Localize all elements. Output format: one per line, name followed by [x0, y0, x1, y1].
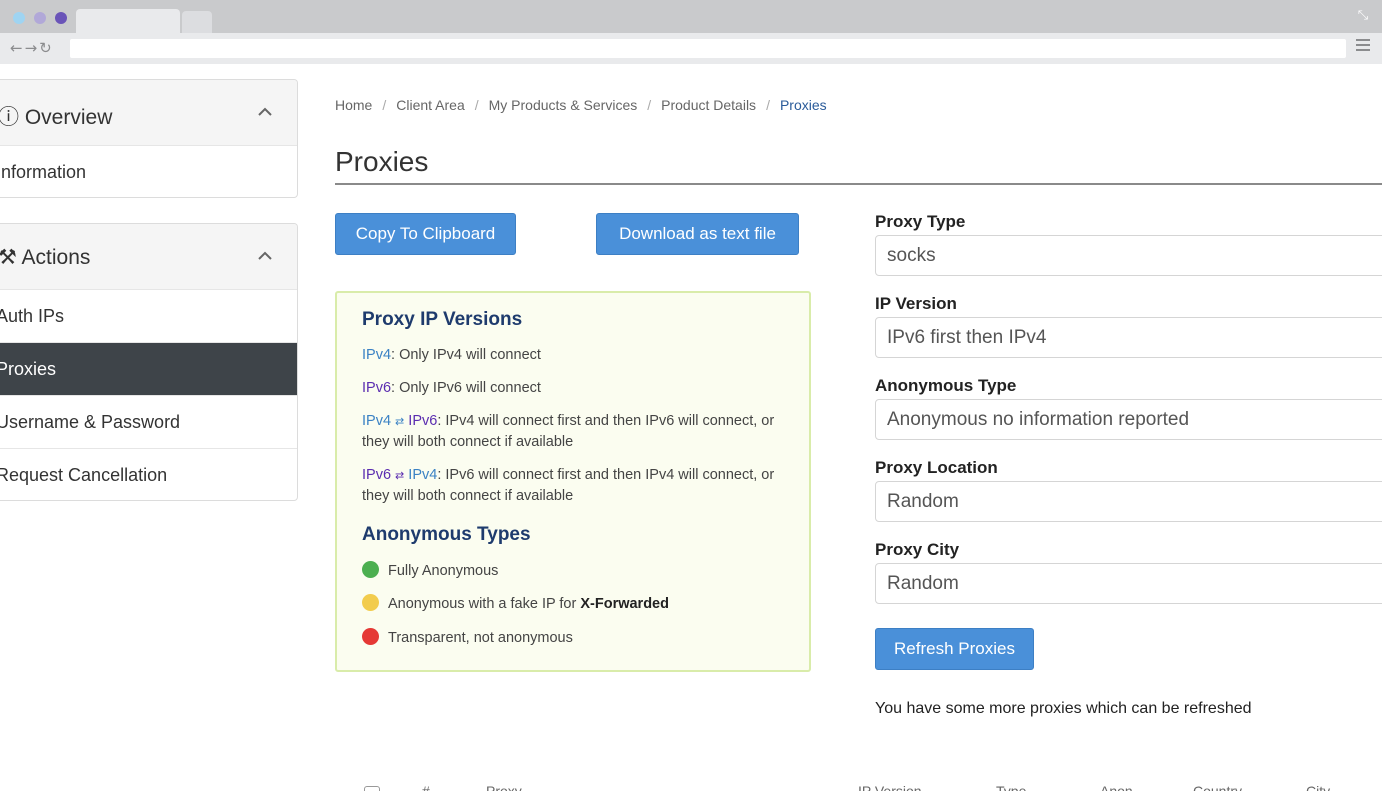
table-header-type[interactable]: Type	[996, 783, 1026, 791]
breadcrumb-client-area[interactable]: Client Area	[396, 97, 464, 113]
proxy-city-select[interactable]: Random	[875, 563, 1382, 604]
table-header-ip-version[interactable]: IP Version	[858, 783, 922, 791]
copy-to-clipboard-button[interactable]: Copy To Clipboard	[335, 213, 516, 255]
ipv6-label: IPv6	[362, 380, 392, 396]
browser-tab-new[interactable]	[182, 11, 212, 33]
breadcrumb: Home / Client Area / My Products & Services /…	[335, 97, 827, 113]
table-header-city[interactable]: City	[1306, 783, 1330, 791]
sidebar-actions-panel: ⚒ Actions Auth IPs Proxies Username & Pa…	[0, 223, 298, 501]
sidebar-item-label: Information	[0, 162, 87, 182]
sidebar-actions-title: ⚒ Actions	[0, 245, 90, 270]
breadcrumb-products-services[interactable]: My Products & Services	[489, 97, 638, 113]
anon-type-label: Fully Anonymous	[388, 563, 499, 579]
proxy-type-select[interactable]: socks	[875, 235, 1382, 276]
table-header-number[interactable]: #	[422, 783, 430, 791]
green-status-dot-icon	[362, 561, 379, 578]
sidebar-item-label: Proxies	[0, 359, 57, 379]
anon-type-fake-ip: Anonymous with a fake IP for X-Forwarded	[362, 594, 669, 612]
proxy-location-select[interactable]: Random	[875, 481, 1382, 522]
table-header-anon[interactable]: Anon	[1100, 783, 1133, 791]
sidebar-item-auth-ips[interactable]: Auth IPs	[0, 290, 297, 343]
ip-version-select[interactable]: IPv6 first then IPv4	[875, 317, 1382, 358]
red-status-dot-icon	[362, 628, 379, 645]
proxy-info-box: Proxy IP Versions IPv4: Only IPv4 will c…	[335, 291, 811, 672]
ipv4-description: IPv4: Only IPv4 will connect	[362, 345, 782, 366]
swap-arrows-icon: ⇄	[395, 469, 405, 482]
ipv6-label: IPv6	[362, 467, 392, 483]
info-icon: ⓘ	[0, 106, 19, 129]
sidebar-overview-title: ⓘ Overview	[0, 101, 112, 131]
proxy-city-label: Proxy City	[875, 540, 960, 559]
refresh-proxies-button[interactable]: Refresh Proxies	[875, 628, 1034, 670]
breadcrumb-product-details[interactable]: Product Details	[661, 97, 756, 113]
browser-titlebar: ⤡	[0, 0, 1382, 33]
breadcrumb-current: Proxies	[779, 97, 827, 113]
reload-icon[interactable]: ↻	[39, 39, 54, 57]
swap-arrows-icon: ⇄	[395, 415, 405, 428]
window-minimize-dot[interactable]	[34, 12, 46, 24]
ipv6-label: IPv6	[408, 413, 438, 429]
ipv4-label: IPv4	[362, 413, 392, 429]
anonymous-type-select[interactable]: Anonymous no information reported	[875, 399, 1382, 440]
table-header-proxy[interactable]: Proxy	[486, 783, 522, 791]
expand-icon[interactable]: ⤡	[1356, 8, 1370, 22]
ipv4-desc-text: : Only IPv4 will connect	[391, 347, 541, 363]
window-close-dot[interactable]	[13, 12, 25, 24]
hamburger-menu-icon[interactable]	[1356, 39, 1370, 51]
browser-toolbar: ←→↻	[0, 33, 1382, 64]
sidebar-actions-title-text: Actions	[21, 246, 91, 269]
anon-type-label: Transparent, not anonymous	[388, 630, 573, 646]
sidebar-item-request-cancellation[interactable]: Request Cancellation	[0, 449, 297, 500]
ipv4-ipv6-description: IPv4 ⇄ IPv6: IPv4 will connect first and…	[362, 411, 782, 453]
anonymous-type-label: Anonymous Type	[875, 376, 1017, 395]
breadcrumb-home[interactable]: Home	[335, 97, 372, 113]
title-divider	[335, 183, 1382, 185]
anon-type-bold: X-Forwarded	[580, 596, 669, 612]
ipv4-label: IPv4	[362, 347, 392, 363]
proxies-table-header: # Proxy IP Version Type Anon Country Cit…	[0, 780, 1382, 791]
chevron-up-icon[interactable]	[257, 104, 273, 120]
ipv6-description: IPv6: Only IPv6 will connect	[362, 378, 782, 399]
proxy-location-label: Proxy Location	[875, 458, 998, 477]
ip-version-label: IP Version	[875, 294, 957, 313]
sidebar-item-username-password[interactable]: Username & Password	[0, 396, 297, 449]
anon-type-fully-anonymous: Fully Anonymous	[362, 561, 498, 579]
anon-type-transparent: Transparent, not anonymous	[362, 628, 573, 646]
yellow-status-dot-icon	[362, 594, 379, 611]
refresh-note: You have some more proxies which can be …	[875, 700, 1252, 717]
sidebar-item-label: Request Cancellation	[0, 465, 168, 485]
ipv6-desc-text: : Only IPv6 will connect	[391, 380, 541, 396]
back-icon[interactable]: ←	[10, 39, 25, 57]
select-all-checkbox[interactable]	[364, 786, 380, 791]
ipv6-ipv4-description: IPv6 ⇄ IPv4: IPv6 will connect first and…	[362, 465, 782, 507]
sidebar-actions-header[interactable]: ⚒ Actions	[0, 224, 297, 290]
sidebar-item-label: Username & Password	[0, 412, 181, 432]
wrench-icon: ⚒	[0, 246, 17, 269]
url-bar[interactable]	[70, 39, 1346, 58]
browser-tab-active[interactable]	[76, 9, 180, 33]
window-maximize-dot[interactable]	[55, 12, 67, 24]
proxy-type-label: Proxy Type	[875, 212, 966, 231]
download-text-file-button[interactable]: Download as text file	[596, 213, 799, 255]
anonymous-types-heading: Anonymous Types	[362, 524, 531, 545]
anon-type-label: Anonymous with a fake IP for	[388, 596, 581, 612]
page-title: Proxies	[335, 146, 429, 177]
proxy-ip-versions-heading: Proxy IP Versions	[362, 309, 523, 330]
sidebar-overview-title-text: Overview	[24, 106, 113, 129]
forward-icon[interactable]: →	[25, 39, 40, 57]
ipv4-label: IPv4	[408, 467, 438, 483]
sidebar-overview-header[interactable]: ⓘ Overview	[0, 80, 297, 146]
browser-nav-icons: ←→↻	[10, 39, 54, 57]
chevron-up-icon[interactable]	[257, 248, 273, 264]
sidebar-overview-panel: ⓘ Overview Information	[0, 79, 298, 198]
table-header-country[interactable]: Country	[1193, 783, 1242, 791]
sidebar-item-proxies[interactable]: Proxies	[0, 343, 297, 396]
browser-chrome: ⤡ ←→↻	[0, 0, 1382, 64]
sidebar-item-label: Auth IPs	[0, 306, 65, 326]
page-content: ⓘ Overview Information ⚒ Actions Auth IP…	[0, 64, 1382, 791]
sidebar-item-information[interactable]: Information	[0, 146, 297, 197]
